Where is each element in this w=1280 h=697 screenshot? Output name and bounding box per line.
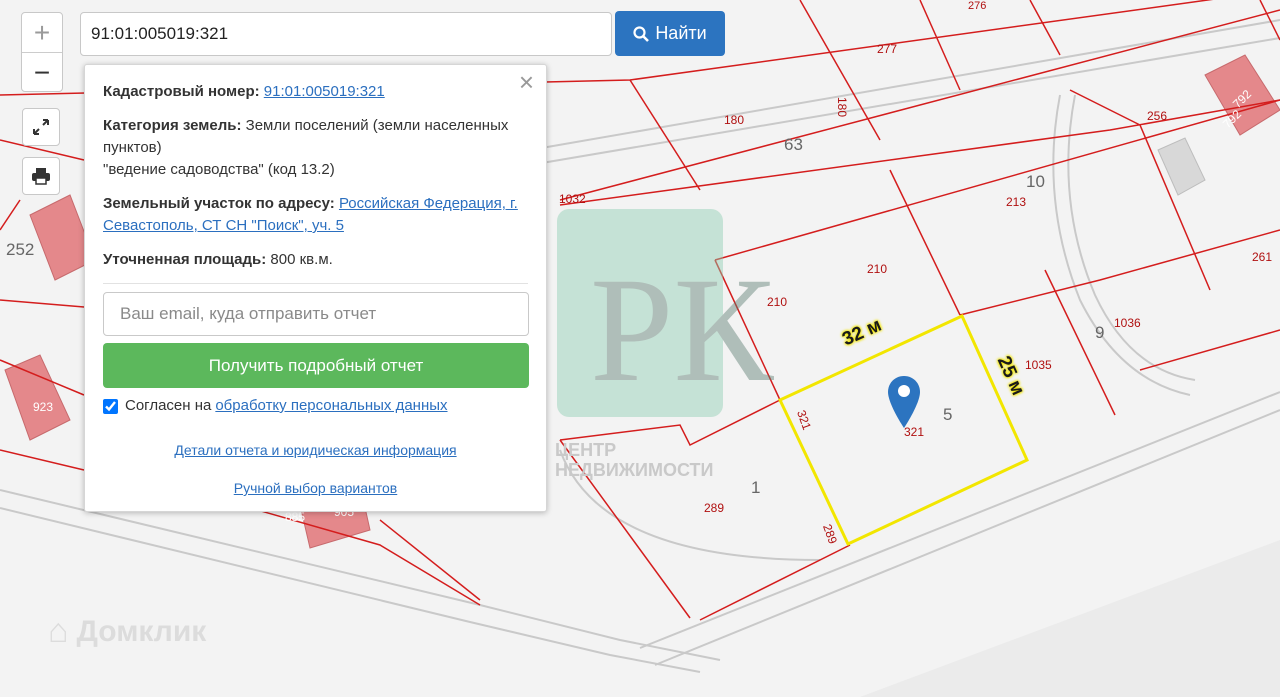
location-marker-icon[interactable] — [888, 376, 920, 433]
brand-name: Домклик — [76, 614, 207, 648]
address-label: Земельный участок по адресу: — [103, 195, 335, 212]
parcel-label: 1036 — [1114, 316, 1141, 330]
parcel-label: 276 — [968, 0, 987, 12]
brand-watermark: ⌂ Домклик — [48, 612, 206, 651]
parcel-label: 252 — [6, 240, 35, 259]
address-row: Земельный участок по адресу: Российская … — [103, 193, 528, 237]
parcel-label: 289 — [704, 501, 725, 515]
watermark-caption-1: ЦЕНТР — [555, 440, 617, 460]
manual-link-row: Ручной выбор вариантов — [103, 477, 528, 499]
parcel-label: 261 — [1252, 250, 1273, 264]
parcel-label: 1035 — [1025, 358, 1052, 372]
print-icon — [32, 168, 50, 185]
fullscreen-button[interactable] — [22, 108, 60, 146]
parcel-label: 210 — [767, 295, 788, 309]
land-use-value: "ведение садоводства" (код 13.2) — [103, 161, 335, 178]
divider — [103, 283, 528, 284]
land-category-label: Категория земель: — [103, 117, 242, 134]
cadastral-number-link[interactable]: 91:01:005019:321 — [264, 83, 385, 100]
parcel-label: 885 — [285, 510, 306, 524]
watermark-caption: ЦЕНТР НЕДВИЖИМОСТИ — [555, 440, 713, 480]
cadastral-number-row: Кадастровый номер: 91:01:005019:321 — [103, 81, 528, 103]
fullscreen-icon — [33, 119, 49, 135]
manual-selection-link[interactable]: Ручной выбор вариантов — [234, 480, 398, 496]
area-value: 800 кв.м. — [270, 251, 333, 268]
parcel-label: 180 — [835, 96, 850, 118]
svg-text:РК: РК — [590, 247, 774, 413]
area-label: Уточненная площадь: — [103, 251, 267, 268]
consent-checkbox[interactable] — [103, 398, 118, 414]
parcel-label: 277 — [877, 42, 898, 56]
parcel-label: 210 — [867, 262, 888, 276]
zoom-out-button[interactable]: − — [22, 53, 62, 92]
parcel-label: 923 — [33, 400, 54, 414]
cadastral-number-label: Кадастровый номер: — [103, 83, 260, 100]
house-icon: ⌂ — [48, 612, 69, 650]
parcel-label: 1032 — [559, 192, 586, 206]
get-report-button[interactable]: Получить подробный отчет — [103, 343, 529, 388]
close-icon[interactable]: × — [519, 69, 534, 95]
parcel-label: 180 — [724, 113, 745, 127]
zoom-control: + − — [21, 12, 63, 92]
consent-link[interactable]: обработку персональных данных — [215, 395, 447, 417]
parcel-label: 213 — [1006, 195, 1027, 209]
details-link-row: Детали отчета и юридическая информация — [103, 439, 528, 461]
parcel-label: 5 — [943, 405, 953, 424]
search-button[interactable]: Найти — [615, 11, 725, 56]
consent-text: Согласен на — [125, 397, 212, 414]
print-button[interactable] — [22, 157, 60, 195]
area-row: Уточненная площадь: 800 кв.м. — [103, 249, 528, 271]
parcel-label: 10 — [1026, 172, 1045, 191]
search-icon — [633, 25, 650, 42]
email-input[interactable] — [103, 292, 529, 336]
consent-row: Согласен на обработку персональных данны… — [103, 395, 528, 417]
details-link[interactable]: Детали отчета и юридическая информация — [174, 442, 456, 458]
parcel-label: 63 — [784, 135, 803, 154]
land-category-row: Категория земель: Земли поселений (земли… — [103, 115, 528, 181]
search-button-label: Найти — [655, 23, 707, 43]
parcel-info-popup: × Кадастровый номер: 91:01:005019:321 Ка… — [84, 64, 547, 512]
parcel-label: 256 — [1147, 109, 1168, 123]
zoom-in-button[interactable]: + — [22, 13, 62, 53]
parcel-label: 1 — [751, 478, 761, 497]
search-input[interactable] — [80, 12, 612, 56]
parcel-label: 9 — [1095, 323, 1105, 342]
watermark-caption-2: НЕДВИЖИМОСТИ — [555, 460, 714, 480]
